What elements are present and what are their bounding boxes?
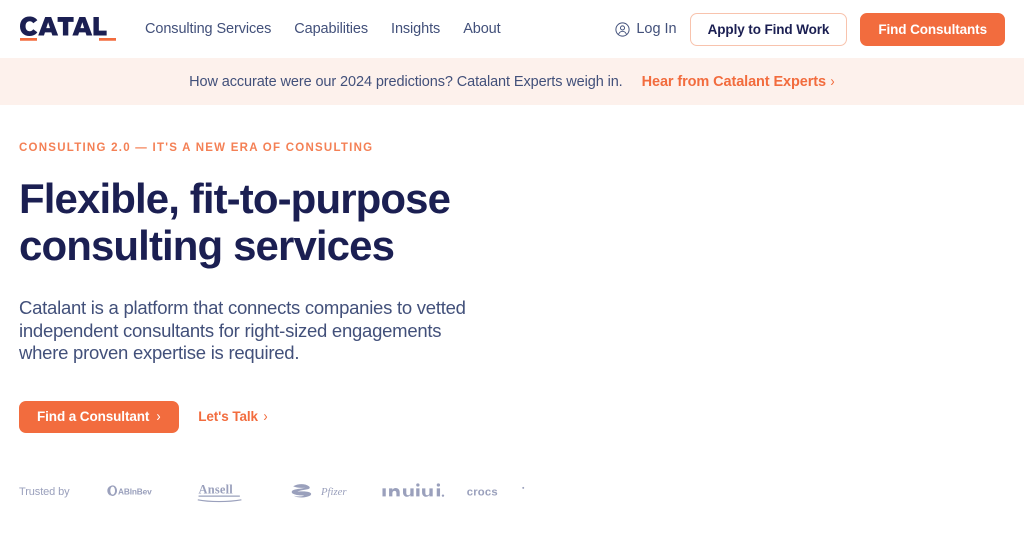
login-link[interactable]: Log In — [615, 21, 677, 37]
lets-talk-link[interactable]: Let's Talk › — [198, 409, 268, 424]
nav-capabilities[interactable]: Capabilities — [294, 21, 368, 37]
catalant-wordmark-icon — [20, 16, 116, 41]
abinbev-logo: ABInBev ABInBev — [95, 478, 187, 506]
intuit-logo-icon — [382, 483, 445, 497]
find-a-consultant-label: Find a Consultant — [37, 409, 150, 424]
find-consultants-button[interactable]: Find Consultants — [860, 12, 1005, 46]
lets-talk-label: Let's Talk — [198, 409, 258, 424]
nav-insights[interactable]: Insights — [391, 21, 440, 37]
intuit-logo: intuit — [371, 478, 457, 506]
hero-subhead: Catalant is a platform that connects com… — [19, 297, 466, 363]
svg-text:ABInBev: ABInBev — [118, 486, 152, 496]
catalant-logo[interactable]: CATALANT — [19, 16, 117, 42]
page-title: Flexible, fit-to-purpose consulting serv… — [19, 175, 539, 269]
hero-section: CONSULTING 2.0 — IT'S A NEW ERA OF CONSU… — [0, 105, 1024, 433]
site-header: CATALANT Consulting Services Capabilitie… — [0, 0, 1024, 58]
abinbev-logo-icon: ABInBev — [107, 485, 152, 496]
user-circle-icon — [615, 21, 630, 37]
headline-line-2: consulting services — [19, 222, 395, 269]
announcement-link-label: Hear from Catalant Experts — [641, 73, 826, 90]
pfizer-logo-icon: Pfizer — [291, 484, 347, 498]
nav-consulting-services[interactable]: Consulting Services — [145, 21, 271, 37]
nav-about[interactable]: About — [463, 21, 501, 37]
chevron-right-icon: › — [156, 408, 161, 425]
header-actions: Log In Apply to Find Work Find Consultan… — [615, 12, 1005, 46]
apply-to-find-work-button[interactable]: Apply to Find Work — [689, 12, 848, 46]
crocs-logo: crocs crocs — [457, 478, 539, 506]
headline-line-1: Flexible, fit-to-purpose — [19, 175, 451, 222]
find-a-consultant-button[interactable]: Find a Consultant › — [19, 400, 180, 433]
trusted-by-strip: Trusted by ABInBev ABInBev Ansell Ansell… — [19, 478, 539, 506]
chevron-right-icon: › — [263, 408, 268, 425]
login-label: Log In — [636, 21, 677, 37]
primary-nav: Consulting Services Capabilities Insight… — [145, 21, 501, 37]
chevron-right-icon: › — [830, 73, 835, 90]
announcement-link[interactable]: Hear from Catalant Experts › — [642, 74, 835, 90]
svg-text:Ansell: Ansell — [199, 483, 234, 497]
announcement-banner: How accurate were our 2024 predictions? … — [0, 58, 1024, 105]
trusted-by-label: Trusted by — [19, 486, 70, 498]
pfizer-logo: Pfizer Pfizer — [281, 478, 371, 506]
ansell-logo: Ansell Ansell — [187, 478, 281, 506]
hero-cta-row: Find a Consultant › Let's Talk › — [19, 400, 1005, 433]
hero-eyebrow: CONSULTING 2.0 — IT'S A NEW ERA OF CONSU… — [19, 142, 374, 154]
crocs-logo-icon: crocs — [467, 486, 525, 498]
svg-text:Pfizer: Pfizer — [320, 486, 347, 498]
announcement-text: How accurate were our 2024 predictions? … — [189, 73, 623, 90]
svg-text:crocs: crocs — [467, 486, 498, 498]
ansell-logo-icon: Ansell — [197, 483, 242, 503]
